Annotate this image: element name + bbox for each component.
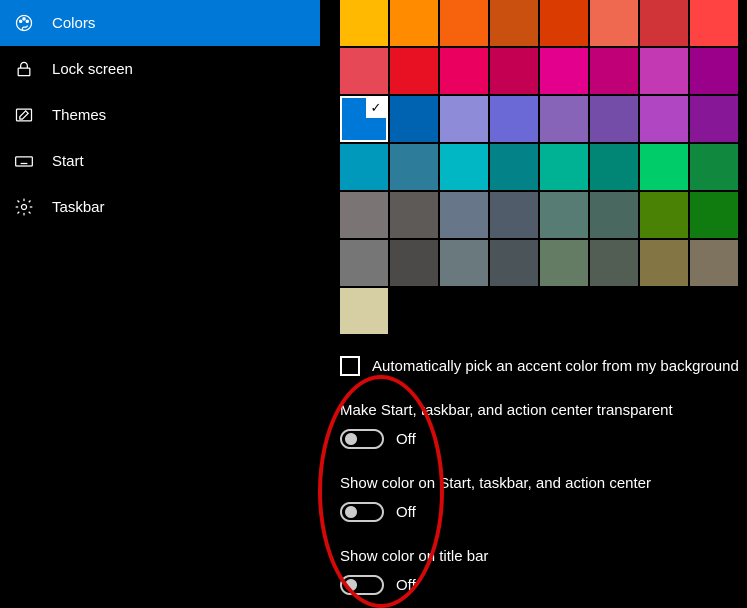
color-swatch[interactable]	[690, 48, 738, 94]
sidebar-item-taskbar[interactable]: Taskbar	[0, 184, 320, 230]
toggle-state: Off	[396, 577, 416, 594]
palette-row: ✓	[340, 96, 747, 142]
color-swatch[interactable]	[490, 240, 538, 286]
palette-row	[340, 48, 747, 94]
color-swatch[interactable]	[440, 144, 488, 190]
check-icon: ✓	[366, 98, 386, 118]
color-swatch[interactable]	[540, 48, 588, 94]
option-label: Make Start, taskbar, and action center t…	[340, 402, 747, 419]
color-swatch[interactable]	[540, 192, 588, 238]
color-swatch[interactable]	[440, 240, 488, 286]
color-swatch[interactable]	[690, 0, 738, 46]
color-swatch[interactable]	[540, 144, 588, 190]
color-swatch[interactable]	[640, 240, 688, 286]
sidebar-item-label: Start	[52, 153, 84, 170]
color-swatch[interactable]	[490, 144, 538, 190]
palette-row	[340, 144, 747, 190]
color-swatch[interactable]	[590, 0, 638, 46]
gear-icon	[14, 197, 34, 217]
color-swatch[interactable]	[340, 240, 388, 286]
color-swatch[interactable]	[340, 288, 388, 334]
color-swatch[interactable]	[390, 0, 438, 46]
color-swatch[interactable]	[540, 0, 588, 46]
sidebar-item-start[interactable]: Start	[0, 138, 320, 184]
option-label: Show color on Start, taskbar, and action…	[340, 475, 747, 492]
option-show-color-titlebar: Show color on title bar Off	[340, 548, 747, 595]
toggle-state: Off	[396, 504, 416, 521]
color-swatch[interactable]	[640, 0, 688, 46]
auto-accent-row: Automatically pick an accent color from …	[340, 356, 747, 376]
palette-row	[340, 240, 747, 286]
color-swatch[interactable]	[390, 144, 438, 190]
auto-accent-label: Automatically pick an accent color from …	[372, 358, 739, 375]
color-swatch[interactable]	[340, 0, 388, 46]
transparency-toggle[interactable]	[340, 429, 384, 449]
sidebar-item-label: Lock screen	[52, 61, 133, 78]
sidebar-item-label: Themes	[52, 107, 106, 124]
color-swatch[interactable]	[590, 240, 638, 286]
color-swatch[interactable]	[640, 192, 688, 238]
palette-icon	[14, 13, 34, 33]
settings-window: Colors Lock screen Themes Start Taskbar	[0, 0, 747, 606]
color-swatch[interactable]	[490, 96, 538, 142]
color-swatch[interactable]	[690, 96, 738, 142]
color-swatch[interactable]	[340, 48, 388, 94]
color-swatch[interactable]	[640, 48, 688, 94]
auto-accent-checkbox[interactable]	[340, 356, 360, 376]
color-swatch[interactable]	[690, 144, 738, 190]
toggle-state: Off	[396, 431, 416, 448]
color-swatch[interactable]	[390, 96, 438, 142]
color-swatch[interactable]	[590, 48, 638, 94]
color-swatch[interactable]	[440, 192, 488, 238]
color-swatch[interactable]	[490, 192, 538, 238]
option-transparency: Make Start, taskbar, and action center t…	[340, 402, 747, 449]
color-swatch[interactable]	[490, 0, 538, 46]
color-swatch[interactable]	[590, 96, 638, 142]
sidebar-item-label: Taskbar	[52, 199, 105, 216]
option-label: Show color on title bar	[340, 548, 747, 565]
palette-row	[340, 288, 747, 334]
color-swatch[interactable]	[390, 48, 438, 94]
color-swatch[interactable]	[690, 240, 738, 286]
settings-sidebar: Colors Lock screen Themes Start Taskbar	[0, 0, 320, 606]
palette-row	[340, 0, 747, 46]
keyboard-icon	[14, 151, 34, 171]
accent-color-palette: ✓	[340, 0, 747, 334]
color-swatch[interactable]: ✓	[340, 96, 388, 142]
show-color-titlebar-toggle[interactable]	[340, 575, 384, 595]
color-swatch[interactable]	[440, 0, 488, 46]
lock-icon	[14, 59, 34, 79]
color-swatch[interactable]	[340, 192, 388, 238]
color-swatch[interactable]	[390, 240, 438, 286]
palette-row	[340, 192, 747, 238]
pencil-icon	[14, 105, 34, 125]
color-swatch[interactable]	[640, 144, 688, 190]
sidebar-item-colors[interactable]: Colors	[0, 0, 320, 46]
color-swatch[interactable]	[540, 96, 588, 142]
color-swatch[interactable]	[540, 240, 588, 286]
color-swatch[interactable]	[390, 192, 438, 238]
color-swatch[interactable]	[490, 48, 538, 94]
color-swatch[interactable]	[640, 96, 688, 142]
colors-panel: ✓ Automatically pick an accent color fro…	[320, 0, 747, 606]
sidebar-item-lock-screen[interactable]: Lock screen	[0, 46, 320, 92]
color-swatch[interactable]	[590, 144, 638, 190]
sidebar-item-label: Colors	[52, 15, 95, 32]
color-swatch[interactable]	[690, 192, 738, 238]
color-swatch[interactable]	[440, 96, 488, 142]
show-color-start-toggle[interactable]	[340, 502, 384, 522]
option-show-color-start: Show color on Start, taskbar, and action…	[340, 475, 747, 522]
sidebar-item-themes[interactable]: Themes	[0, 92, 320, 138]
color-swatch[interactable]	[440, 48, 488, 94]
color-swatch[interactable]	[590, 192, 638, 238]
color-swatch[interactable]	[340, 144, 388, 190]
